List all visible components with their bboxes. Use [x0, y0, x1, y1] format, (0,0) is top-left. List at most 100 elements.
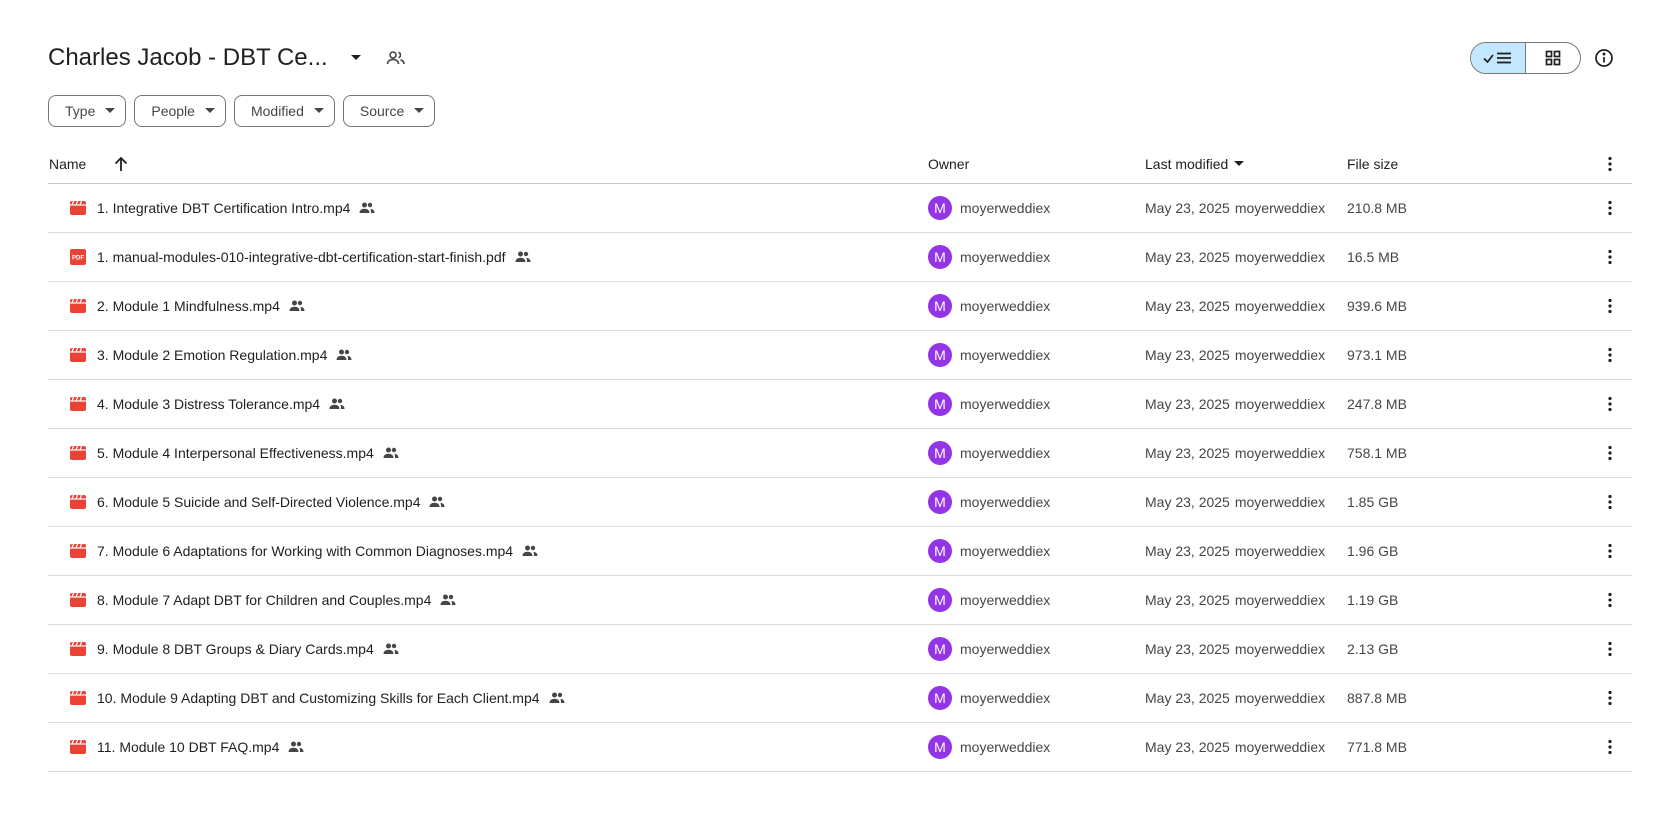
shared-icon [428, 493, 446, 511]
avatar[interactable]: M [928, 588, 952, 612]
avatar[interactable]: M [928, 637, 952, 661]
file-name[interactable]: 5. Module 4 Interpersonal Effectiveness.… [97, 445, 374, 461]
modified-by: moyerweddiex [1234, 690, 1326, 706]
filter-chip-people[interactable]: People [134, 95, 226, 127]
more-vert-icon [1608, 641, 1612, 657]
column-header-last-modified[interactable]: Last modified [1145, 155, 1245, 172]
last-modified-cell: May 23, 2025 moyerweddiex [1145, 249, 1325, 265]
video-file-icon [70, 397, 86, 411]
last-modified-cell: May 23, 2025 moyerweddiex [1145, 690, 1325, 706]
file-row[interactable]: 10. Module 9 Adapting DBT and Customizin… [48, 674, 1632, 723]
video-file-icon [68, 394, 88, 414]
file-row[interactable]: 3. Module 2 Emotion Regulation.mp4 M moy… [48, 331, 1632, 380]
folder-title[interactable]: Charles Jacob - DBT Ce... [48, 44, 328, 72]
more-actions-button[interactable] [1596, 537, 1624, 565]
avatar[interactable]: M [928, 343, 952, 367]
list-view-button[interactable] [1471, 43, 1526, 73]
file-name-cell: 9. Module 8 DBT Groups & Diary Cards.mp4 [48, 639, 400, 659]
more-actions-button[interactable] [1596, 292, 1624, 320]
file-rows: 1. Integrative DBT Certification Intro.m… [48, 184, 1632, 772]
file-row[interactable]: 1. Integrative DBT Certification Intro.m… [48, 184, 1632, 233]
more-actions-button[interactable] [1596, 733, 1624, 761]
shared-folder-icon[interactable] [382, 44, 410, 72]
pdf-file-icon: PDF [68, 247, 88, 267]
caret-down-icon [313, 108, 324, 113]
info-icon [1595, 49, 1613, 67]
column-header-last-modified-label: Last modified [1145, 155, 1229, 172]
filter-chip-modified[interactable]: Modified [233, 95, 335, 127]
folder-actions-dropdown[interactable] [342, 44, 370, 72]
file-name-cell: 10. Module 9 Adapting DBT and Customizin… [48, 688, 566, 708]
avatar[interactable]: M [928, 490, 952, 514]
modified-date: May 23, 2025 [1145, 445, 1230, 461]
file-name[interactable]: 9. Module 8 DBT Groups & Diary Cards.mp4 [97, 641, 374, 657]
more-actions-button[interactable] [1596, 194, 1624, 222]
avatar[interactable]: M [928, 392, 952, 416]
file-name[interactable]: 1. Integrative DBT Certification Intro.m… [97, 200, 350, 216]
column-header-name[interactable]: Name [49, 156, 86, 172]
file-row[interactable]: 4. Module 3 Distress Tolerance.mp4 M moy… [48, 380, 1632, 429]
avatar[interactable]: M [928, 686, 952, 710]
file-row[interactable]: 6. Module 5 Suicide and Self-Directed Vi… [48, 478, 1632, 527]
file-name[interactable]: 10. Module 9 Adapting DBT and Customizin… [97, 690, 540, 706]
file-name[interactable]: 3. Module 2 Emotion Regulation.mp4 [97, 347, 327, 363]
column-header-owner[interactable]: Owner [928, 156, 969, 172]
filter-chip-type[interactable]: Type [48, 95, 127, 127]
more-actions-button[interactable] [1596, 586, 1624, 614]
more-actions-button[interactable] [1596, 488, 1624, 516]
file-name[interactable]: 7. Module 6 Adaptations for Working with… [97, 543, 513, 559]
more-actions-button[interactable] [1596, 635, 1624, 663]
avatar[interactable]: M [928, 539, 952, 563]
more-vert-icon [1608, 200, 1612, 216]
filter-chips: Type People Modified Source [48, 95, 436, 127]
more-actions-button[interactable] [1596, 439, 1624, 467]
avatar[interactable]: M [928, 441, 952, 465]
file-name[interactable]: 4. Module 3 Distress Tolerance.mp4 [97, 396, 320, 412]
grid-icon [1545, 50, 1561, 66]
owner-name: moyerweddiex [960, 298, 1051, 314]
filter-chip-source[interactable]: Source [342, 95, 436, 127]
more-actions-button[interactable] [1596, 243, 1624, 271]
more-actions-button[interactable] [1596, 390, 1624, 418]
file-name-cell: 3. Module 2 Emotion Regulation.mp4 [48, 345, 353, 365]
last-modified-cell: May 23, 2025 moyerweddiex [1145, 298, 1325, 314]
file-row[interactable]: 7. Module 6 Adaptations for Working with… [48, 527, 1632, 576]
modified-by: moyerweddiex [1234, 739, 1326, 755]
modified-date: May 23, 2025 [1145, 690, 1230, 706]
avatar[interactable]: M [928, 735, 952, 759]
more-actions-button[interactable] [1596, 341, 1624, 369]
grid-view-button[interactable] [1526, 43, 1580, 73]
column-header-file-size[interactable]: File size [1347, 156, 1398, 172]
avatar[interactable]: M [928, 245, 952, 269]
more-actions-button[interactable] [1596, 684, 1624, 712]
modified-by: moyerweddiex [1234, 445, 1326, 461]
avatar[interactable]: M [928, 294, 952, 318]
sort-direction-button[interactable] [108, 151, 134, 177]
last-modified-cell: May 23, 2025 moyerweddiex [1145, 739, 1325, 755]
column-options-button[interactable] [1596, 150, 1624, 178]
file-row[interactable]: PDF 1. manual-modules-010-integrative-db… [48, 233, 1632, 282]
owner-cell: M moyerweddiex [928, 735, 1050, 759]
file-size: 16.5 MB [1347, 249, 1400, 265]
file-list-header: Name Owner Last modified File size [48, 144, 1632, 184]
video-file-icon [68, 492, 88, 512]
file-name[interactable]: 6. Module 5 Suicide and Self-Directed Vi… [97, 494, 420, 510]
video-file-icon [70, 593, 86, 607]
file-row[interactable]: 5. Module 4 Interpersonal Effectiveness.… [48, 429, 1632, 478]
file-row[interactable]: 11. Module 10 DBT FAQ.mp4 M moyerweddiex… [48, 723, 1632, 772]
folder-details-button[interactable] [1590, 44, 1618, 72]
file-name[interactable]: 11. Module 10 DBT FAQ.mp4 [97, 739, 279, 755]
modified-date: May 23, 2025 [1145, 298, 1230, 314]
file-name[interactable]: 8. Module 7 Adapt DBT for Children and C… [97, 592, 431, 608]
file-name[interactable]: 2. Module 1 Mindfulness.mp4 [97, 298, 280, 314]
video-file-icon [68, 590, 88, 610]
file-name[interactable]: 1. manual-modules-010-integrative-dbt-ce… [97, 249, 506, 265]
file-row[interactable]: 9. Module 8 DBT Groups & Diary Cards.mp4… [48, 625, 1632, 674]
file-row[interactable]: 2. Module 1 Mindfulness.mp4 M moyerweddi… [48, 282, 1632, 331]
pdf-file-icon: PDF [70, 249, 86, 265]
modified-date: May 23, 2025 [1145, 494, 1230, 510]
file-row[interactable]: 8. Module 7 Adapt DBT for Children and C… [48, 576, 1632, 625]
avatar[interactable]: M [928, 196, 952, 220]
file-size: 1.19 GB [1347, 592, 1399, 608]
file-list: Name Owner Last modified File size 1. In… [48, 144, 1632, 772]
